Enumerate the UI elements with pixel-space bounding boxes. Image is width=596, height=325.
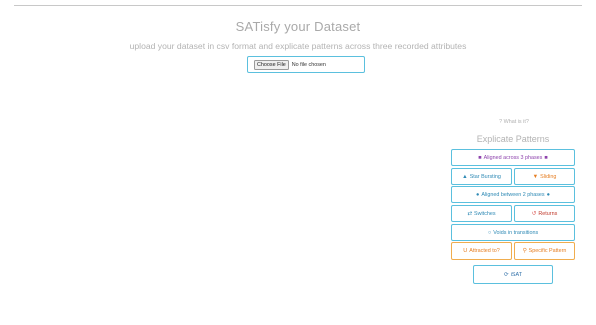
sliding-button[interactable]: ▼ Sliding	[514, 168, 575, 185]
patterns-panel-title: Explicate Patterns	[476, 134, 550, 144]
circle-icon: ○	[487, 229, 492, 236]
star-bursting-button[interactable]: ▲ Star Bursting	[451, 168, 512, 185]
thumbs-down-icon: ▼	[532, 173, 539, 180]
thumbs-up-icon: ▲	[462, 173, 468, 180]
sliding-label: Sliding	[540, 173, 557, 180]
group-icon: ■	[544, 154, 548, 161]
returns-label: Returns	[538, 210, 558, 217]
aligned-three-phases-label: Aligned across 3 phases	[483, 154, 543, 161]
star-bursting-label: Star Bursting	[469, 173, 501, 180]
what-is-it-link[interactable]: ? What is it?	[455, 119, 573, 125]
magnet-icon: U	[463, 248, 468, 254]
attracted-to-label: Attracted to?	[469, 248, 500, 254]
switches-label: Switches	[474, 210, 496, 217]
top-divider	[14, 5, 582, 6]
file-upload-input[interactable]: Choose File No file chosen	[247, 56, 365, 73]
choose-file-button[interactable]: Choose File	[254, 59, 289, 70]
file-status-text: No file chosen	[291, 61, 326, 68]
specific-pattern-label: Specific Pattern	[528, 248, 567, 254]
aligned-three-phases-button[interactable]: ■ Aligned across 3 phases ■	[451, 149, 575, 166]
group-icon: ■	[478, 154, 482, 161]
question-icon: ?	[499, 119, 503, 125]
voids-in-transitions-label: Voids in transitions	[493, 229, 539, 236]
what-is-it-label: What is it?	[503, 119, 529, 125]
attracted-to-button[interactable]: U Attracted to?	[451, 242, 512, 260]
search-icon: ⚲	[522, 248, 527, 254]
shuffle-icon: ⇄	[467, 210, 473, 217]
page-subtitle: upload your dataset in csv format and ex…	[129, 41, 467, 51]
user-icon: ●	[546, 191, 551, 198]
aligned-two-phases-label: Aligned between 2 phases	[481, 191, 545, 198]
returns-button[interactable]: ↺ Returns	[514, 205, 575, 222]
aligned-two-phases-button[interactable]: ● Aligned between 2 phases ●	[451, 186, 575, 203]
user-icon: ●	[475, 191, 480, 198]
refresh-icon: ⟳	[504, 271, 509, 278]
voids-in-transitions-button[interactable]: ○ Voids in transitions	[451, 224, 575, 241]
isat-button[interactable]: ⟳ iSAT	[473, 265, 553, 284]
isat-label: iSAT	[510, 271, 522, 278]
specific-pattern-button[interactable]: ⚲ Specific Pattern	[514, 242, 575, 260]
switches-button[interactable]: ⇄ Switches	[451, 205, 512, 222]
undo-icon: ↺	[531, 210, 537, 217]
page-title: SATisfy your Dataset	[235, 19, 361, 34]
